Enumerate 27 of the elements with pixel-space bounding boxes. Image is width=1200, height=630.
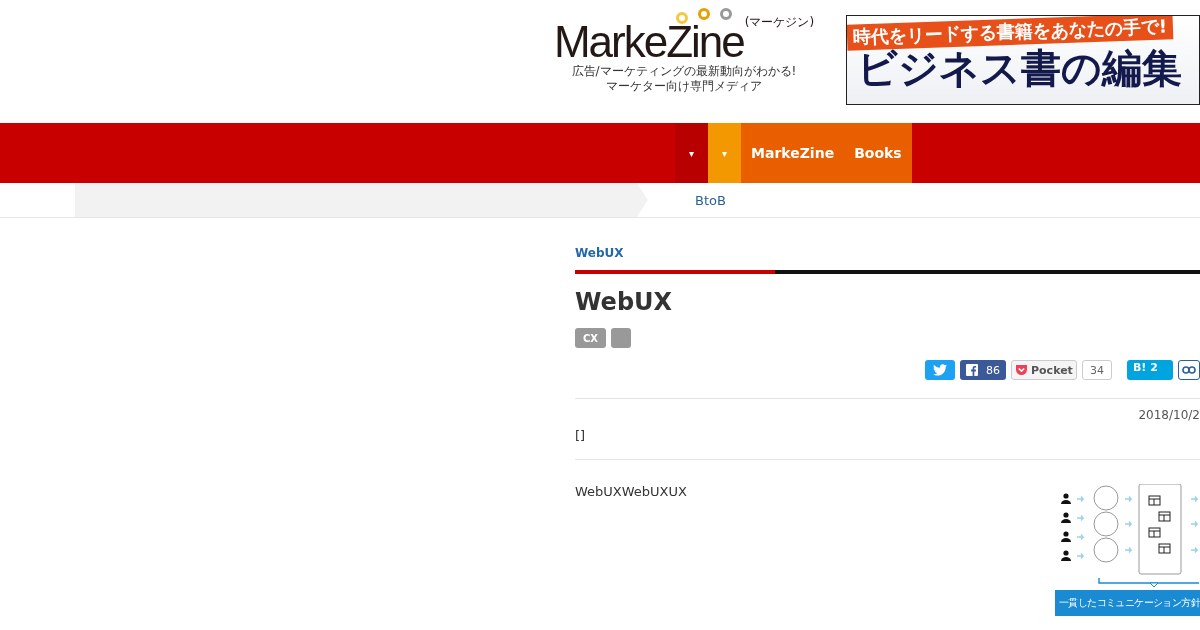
facebook-share-button[interactable]: 86: [960, 360, 1006, 380]
pocket-icon: [1015, 364, 1028, 376]
pocket-button[interactable]: Pocket: [1011, 360, 1077, 380]
logo-tagline: マーケター向け専門メディア: [606, 79, 762, 94]
nav-link[interactable]: Books: [844, 123, 912, 183]
article-lead: []: [575, 428, 587, 443]
article-body: WebUXWebUXUX: [575, 484, 687, 501]
ad-banner[interactable]: 時代をリードする書籍をあなたの手で! ビジネス書の編集: [846, 15, 1200, 105]
twitter-share-button[interactable]: [925, 360, 955, 380]
pocket-count: 34: [1081, 360, 1112, 380]
category-link[interactable]: WebUX: [575, 246, 1200, 260]
facebook-icon: [966, 364, 978, 376]
link-icon: [1181, 366, 1196, 374]
bird-icon: [933, 364, 947, 376]
share-count: 86: [986, 363, 1000, 377]
figure-caption: 一貫したコミュニケーション方針: [1055, 590, 1200, 616]
rings-icon: [676, 8, 732, 24]
logo-wordmark[interactable]: MarkeZine: [553, 20, 744, 64]
publish-date: 2018/10/2: [1137, 408, 1200, 422]
nav-link[interactable]: MarkeZine: [741, 123, 845, 183]
article-title: WebUX: [575, 288, 674, 316]
dropdown-toggle[interactable]: ▾: [675, 123, 708, 183]
breadcrumb-link[interactable]: BtoB: [695, 192, 726, 208]
logo-reading: (マーケジン): [744, 14, 815, 31]
link-button[interactable]: [1177, 360, 1200, 380]
logo-tagline: 広告/マーケティングの最新動向がわかる!: [571, 64, 797, 79]
blank-tag[interactable]: [611, 328, 632, 348]
